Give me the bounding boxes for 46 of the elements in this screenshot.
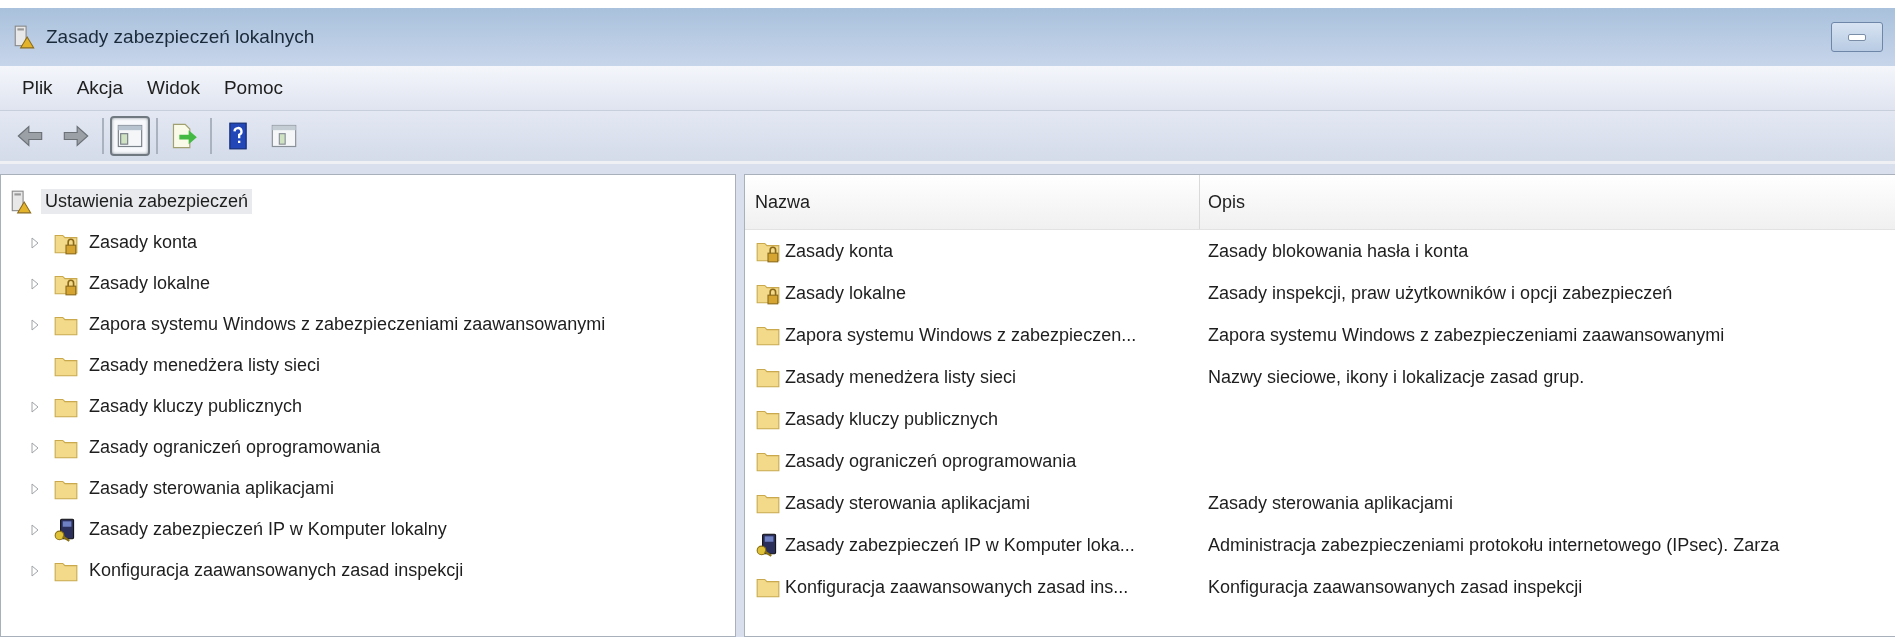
- tree-item[interactable]: Ustawienia zabezpieczeń: [41, 189, 253, 214]
- table-cell: Zasady inspekcji, praw użytkowników i opcji zabezpieczeń: [1208, 282, 1673, 303]
- table-cell: Konfiguracja zaawansowanych zasad inspekcji: [1208, 576, 1583, 597]
- table-cell: Zasady sterowania aplikacjami: [1208, 492, 1454, 513]
- expand-arrow-icon[interactable]: [30, 277, 40, 290]
- minimize-button[interactable]: [1831, 22, 1883, 52]
- list-item[interactable]: Zasady ograniczeń oprogramowania: [785, 450, 1077, 472]
- tree-item[interactable]: Zasady zabezpieczeń IP w Komputer lokalny: [85, 517, 451, 542]
- expand-arrow-icon[interactable]: [30, 318, 40, 331]
- menu-item[interactable]: Pomoc: [213, 73, 294, 103]
- table-cell: Nazwy sieciowe, ikony i lokalizacje zasad grup.: [1208, 366, 1585, 387]
- toolbar-button[interactable]: [110, 116, 150, 156]
- table-cell: Administracja zabezpieczeniami protokołu internetowego (IPsec). Zarza: [1208, 534, 1780, 555]
- tree-item[interactable]: Zasady lokalne: [85, 271, 215, 296]
- menu-item[interactable]: Akcja: [66, 73, 134, 103]
- menu-item[interactable]: Plik: [12, 73, 63, 103]
- window-title: Zasady zabezpieczeń lokalnych: [46, 26, 315, 48]
- tree-item[interactable]: Zasady konta: [85, 230, 202, 255]
- tree-item[interactable]: Zasady menedżera listy sieci: [85, 353, 325, 378]
- properties-pane-icon: [270, 122, 298, 150]
- tree-item[interactable]: Zasady sterowania aplikacjami: [85, 476, 339, 501]
- expand-arrow-icon[interactable]: [30, 482, 40, 495]
- table-cell: Zapora systemu Windows z zabezpieczeniami zaawansowanymi: [1208, 324, 1725, 345]
- console-tree-icon: [116, 122, 144, 150]
- expand-arrow-icon[interactable]: [30, 400, 40, 413]
- list-item[interactable]: Zapora systemu Windows z zabezpieczen...: [785, 324, 1137, 346]
- list-item[interactable]: Zasady lokalne: [785, 282, 907, 304]
- list-item[interactable]: Zasady menedżera listy sieci: [785, 366, 1017, 388]
- tree-item[interactable]: Zasady kluczy publicznych: [85, 394, 307, 419]
- tree-item[interactable]: Konfiguracja zaawansowanych zasad inspekcji: [85, 558, 468, 583]
- table-cell: Zasady blokowania hasła i konta: [1208, 240, 1469, 261]
- column-header[interactable]: Nazwa: [745, 175, 1200, 229]
- expand-arrow-icon[interactable]: [30, 441, 40, 454]
- expand-arrow-icon[interactable]: [30, 236, 40, 249]
- export-list-icon: [170, 122, 198, 150]
- expand-arrow-icon[interactable]: [30, 523, 40, 536]
- expand-arrow-icon[interactable]: [30, 564, 40, 577]
- list-item[interactable]: Zasady zabezpieczeń IP w Komputer loka...: [785, 534, 1135, 556]
- column-header[interactable]: Opis: [1200, 175, 1895, 229]
- list-item[interactable]: Zasady konta: [785, 240, 894, 262]
- tree-item[interactable]: Zapora systemu Windows z zabezpieczeniami zaawansowanymi: [85, 312, 610, 337]
- list-item[interactable]: Zasady kluczy publicznych: [785, 408, 999, 430]
- menu-item[interactable]: Widok: [137, 73, 210, 103]
- list-item[interactable]: Zasady sterowania aplikacjami: [785, 492, 1031, 514]
- list-item[interactable]: Konfiguracja zaawansowanych zasad ins...: [785, 576, 1129, 598]
- tree-item[interactable]: Zasady ograniczeń oprogramowania: [85, 435, 385, 460]
